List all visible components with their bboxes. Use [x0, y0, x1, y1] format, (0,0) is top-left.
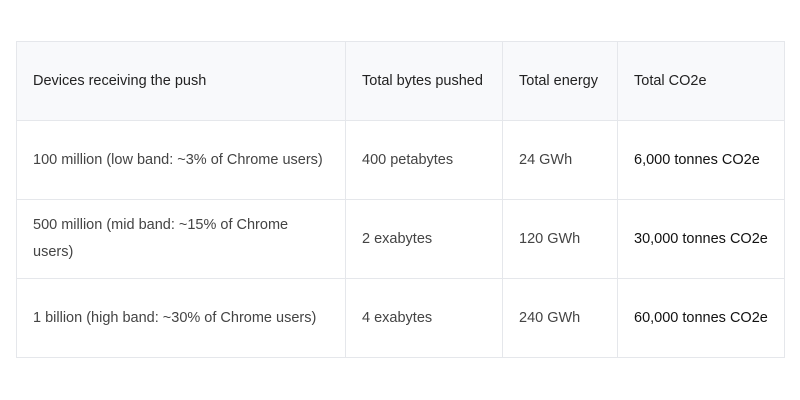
- cell-devices: 500 million (mid band: ~15% of Chrome us…: [16, 199, 346, 279]
- header-total-bytes: Total bytes pushed: [345, 41, 503, 121]
- table-header: Devices receiving the push Total bytes p…: [16, 41, 785, 121]
- header-total-co2e: Total CO2e: [617, 41, 785, 121]
- table-row: 500 million (mid band: ~15% of Chrome us…: [16, 199, 785, 279]
- cell-energy: 120 GWh: [502, 199, 618, 279]
- header-row: Devices receiving the push Total bytes p…: [16, 41, 785, 121]
- cell-co2e: 30,000 tonnes CO2e: [617, 199, 785, 279]
- table-row: 100 million (low band: ~3% of Chrome use…: [16, 120, 785, 200]
- cell-co2e: 60,000 tonnes CO2e: [617, 278, 785, 358]
- co2-estimate-table: Devices receiving the push Total bytes p…: [16, 41, 785, 358]
- table-row: 1 billion (high band: ~30% of Chrome use…: [16, 278, 785, 358]
- header-total-energy: Total energy: [502, 41, 618, 121]
- cell-devices: 1 billion (high band: ~30% of Chrome use…: [16, 278, 346, 358]
- header-devices: Devices receiving the push: [16, 41, 346, 121]
- cell-devices: 100 million (low band: ~3% of Chrome use…: [16, 120, 346, 200]
- cell-co2e: 6,000 tonnes CO2e: [617, 120, 785, 200]
- cell-bytes: 4 exabytes: [345, 278, 503, 358]
- cell-energy: 24 GWh: [502, 120, 618, 200]
- data-table-container: Devices receiving the push Total bytes p…: [16, 41, 785, 358]
- cell-bytes: 400 petabytes: [345, 120, 503, 200]
- cell-bytes: 2 exabytes: [345, 199, 503, 279]
- table-body: 100 million (low band: ~3% of Chrome use…: [16, 120, 785, 358]
- cell-energy: 240 GWh: [502, 278, 618, 358]
